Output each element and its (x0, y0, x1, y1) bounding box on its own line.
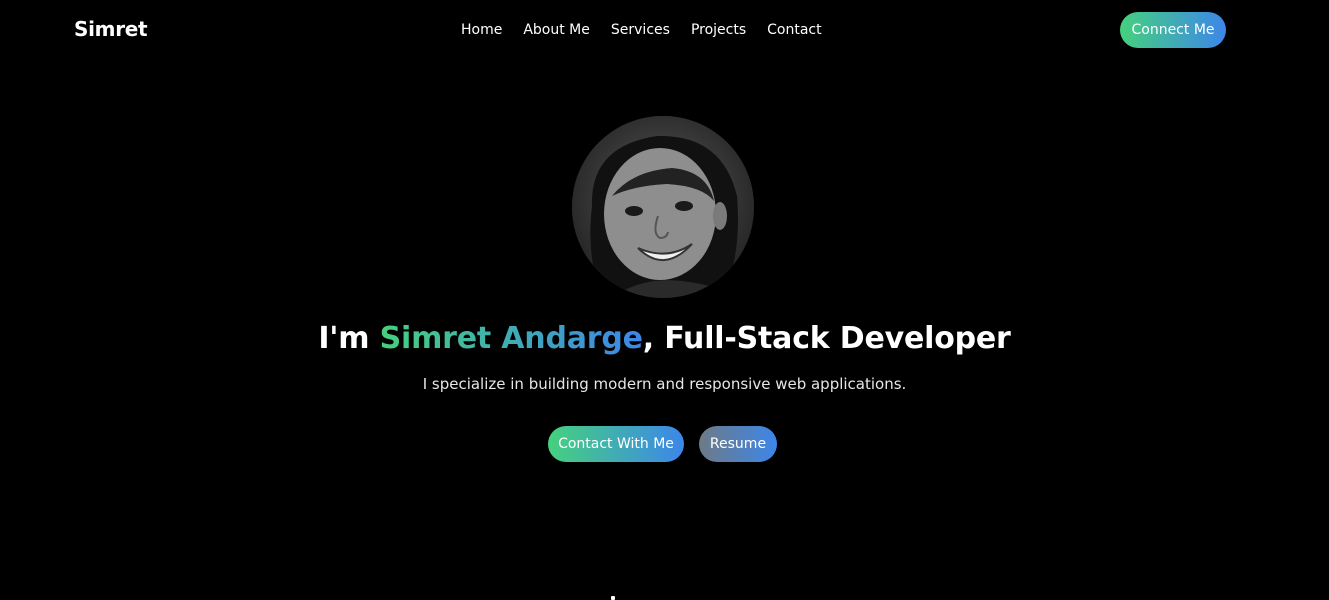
connect-me-button[interactable]: Connect Me (1120, 12, 1226, 48)
hero-buttons: Contact With Me Resume (548, 426, 777, 462)
navbar: Simret Home About Me Services Projects C… (0, 0, 1329, 62)
portfolio-page: Simret Home About Me Services Projects C… (0, 0, 1329, 600)
resume-button[interactable]: Resume (699, 426, 777, 462)
nav-links: Home About Me Services Projects Contact (461, 22, 822, 38)
headline-name: Simret Andarge (379, 321, 643, 356)
site-logo[interactable]: Simret (74, 17, 148, 41)
headline-role: , Full-Stack Developer (642, 321, 1011, 356)
hero-headline: I'm Simret Andarge, Full-Stack Developer (0, 321, 1329, 356)
nav-link-projects[interactable]: Projects (691, 22, 746, 38)
contact-with-me-button[interactable]: Contact With Me (548, 426, 684, 462)
profile-photo-icon (572, 116, 754, 298)
nav-link-services[interactable]: Services (611, 22, 670, 38)
nav-link-about-me[interactable]: About Me (523, 22, 590, 38)
headline-greeting: I'm (318, 321, 380, 356)
profile-avatar (572, 116, 754, 298)
scroll-indicator (611, 596, 615, 600)
nav-link-contact[interactable]: Contact (767, 22, 821, 38)
nav-link-home[interactable]: Home (461, 22, 502, 38)
hero-subtitle: I specialize in building modern and resp… (422, 375, 907, 393)
